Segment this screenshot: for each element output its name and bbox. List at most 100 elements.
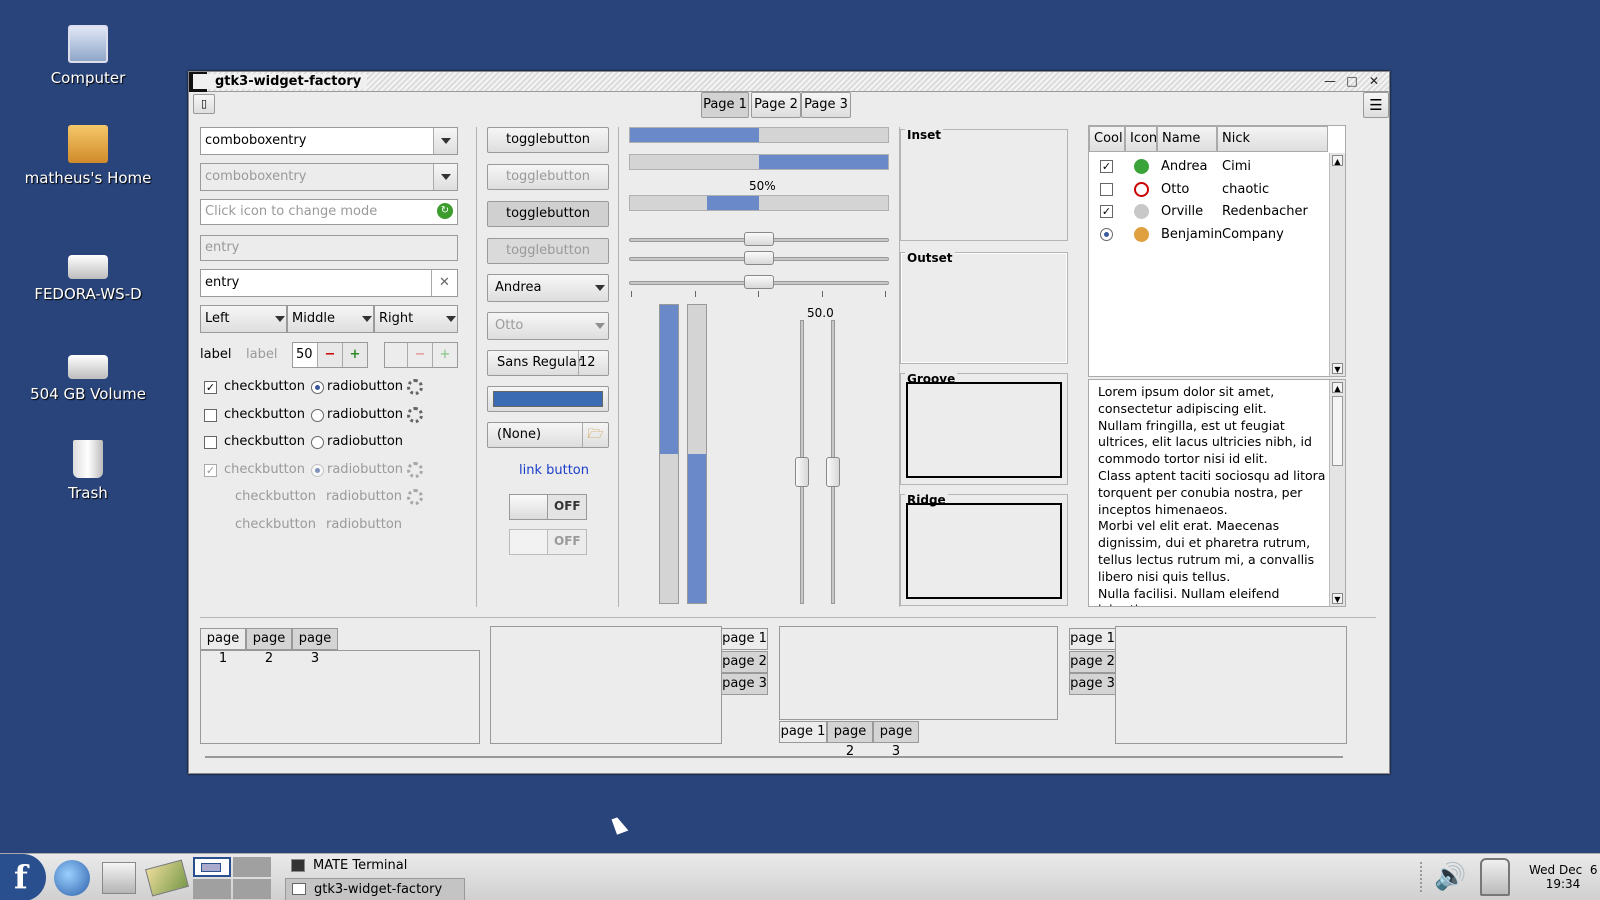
scroll-down-icon[interactable]: ▼ [1332,363,1343,374]
workspace-1[interactable] [193,857,231,877]
notebook-right-tab-3[interactable]: page 3 [721,673,768,695]
togglebutton-1[interactable]: togglebutton [487,127,609,153]
combobox-entry-2-text: comboboxentry [205,169,307,184]
scroll-down-icon[interactable]: ▼ [1332,593,1343,604]
tree-row[interactable]: Otto chaotic [1089,180,1329,200]
combo-right[interactable]: Right [374,305,458,333]
chevron-down-icon[interactable] [439,306,457,332]
color-button[interactable] [487,386,609,412]
system-tools-icon[interactable] [145,859,189,897]
notebook-right-tab-2[interactable]: page 2 [721,650,768,673]
text-scrollbar[interactable]: ▲ ▼ [1329,380,1345,606]
workspace-2[interactable] [233,857,271,877]
separator [476,127,477,607]
task-widget-factory[interactable]: gtk3-widget-factory [285,878,465,900]
radio-1[interactable] [311,381,324,394]
scroll-thumb[interactable] [1332,396,1343,466]
tree-row[interactable]: ✓ Andrea Cimi [1089,157,1329,177]
file-manager-icon[interactable] [102,862,136,894]
column-header-nick[interactable]: Nick [1217,126,1328,152]
tab-page-2[interactable]: Page 2 [751,92,801,118]
checkbox-2[interactable] [204,408,217,422]
checkbox-3[interactable] [204,436,217,449]
desktop-icon-fedora-ws-d[interactable]: FEDORA-WS-D [23,245,153,303]
notebook-bottom-tab-2[interactable]: page 2 [827,721,873,759]
combobox-entry-1[interactable]: comboboxentry [200,127,458,155]
mode-entry[interactable]: Click icon to change mode ↻ [200,199,458,225]
radio-2[interactable] [311,408,324,422]
checkbox-1[interactable]: ✓ [204,381,217,394]
notebook-left-tab-1[interactable]: page 1 [1069,628,1116,650]
tree-row[interactable]: Benjamin Company [1089,225,1329,245]
chevron-down-icon[interactable] [588,275,608,301]
fedora-menu-icon[interactable]: f [0,854,46,900]
tree-cool-checkbox[interactable]: ✓ [1100,160,1113,173]
tab-page-3[interactable]: Page 3 [801,92,851,118]
task-mate-terminal[interactable]: MATE Terminal [285,855,465,878]
desktop-icon-trash[interactable]: Trash [23,440,153,502]
tree-cool-checkbox[interactable] [1100,182,1113,196]
notebook-right-tab-1[interactable]: page 1 [721,628,768,650]
minimize-button[interactable]: — [1321,74,1339,90]
desktop-icon-matheus-s-home[interactable]: matheus's Home [23,125,153,187]
column-header-name[interactable]: Name [1157,126,1217,152]
link-button[interactable]: link button [519,463,589,478]
scroll-up-icon[interactable]: ▲ [1332,382,1343,393]
title-bar[interactable]: gtk3-widget-factory — □ ✕ [189,72,1389,92]
togglebutton-3[interactable]: togglebutton [487,201,609,227]
file-chooser-button[interactable]: (None) 🗁 [487,422,609,448]
desktop-icon-504-gb-volume[interactable]: 504 GB Volume [23,345,153,403]
radio-3[interactable] [311,436,324,449]
volume-icon[interactable]: 🔊 [1434,862,1466,892]
notebook-left-tab-2[interactable]: page 2 [1069,650,1116,673]
hscale-knob-3[interactable] [744,275,774,289]
task-label: gtk3-widget-factory [314,882,443,897]
notebook-bottom-tab-3[interactable]: page 3 [873,721,919,759]
menu-icon[interactable]: ☰ [1363,92,1389,118]
notebook-top-tab-2[interactable]: page 2 [246,628,292,666]
workspace-3[interactable] [193,879,231,899]
entry-clear[interactable]: entry ✕ [200,269,458,297]
tree-scrollbar[interactable]: ▲ ▼ [1329,153,1345,376]
notebook-left-tab-3[interactable]: page 3 [1069,673,1116,695]
tree-view[interactable]: Cool Icon Name Nick ✓ Andrea Cimi Otto chaotic ✓… [1088,125,1346,377]
header-left-button[interactable]: ▯ [193,94,215,114]
network-icon[interactable] [1480,858,1510,896]
text-view[interactable]: Lorem ipsum dolor sit amet, consectetur … [1088,379,1346,607]
plus-icon[interactable]: + [342,343,367,367]
spin-button[interactable]: 50 − + [292,342,368,368]
separator [618,127,619,607]
chevron-down-icon[interactable] [355,306,373,332]
column-header-icon[interactable]: Icon [1125,126,1157,152]
notebook-top-tab-3[interactable]: page 3 [292,628,338,666]
radiobutton-label: radiobutton [327,461,404,477]
vscale-knob-1[interactable] [795,457,809,487]
minus-icon[interactable]: − [317,343,342,367]
close-button[interactable]: ✕ [1365,74,1383,90]
notebook-bottom-tab-1[interactable]: page 1 [779,721,827,743]
tree-cool-checkbox[interactable]: ✓ [1100,205,1113,218]
clear-icon[interactable]: ✕ [431,270,457,296]
tree-cool-radio[interactable] [1100,227,1113,241]
desktop-icon-computer[interactable]: Computer [23,25,153,87]
tab-page-1[interactable]: Page 1 [701,92,749,118]
workspace-4[interactable] [233,879,271,899]
switch-1[interactable]: OFF [509,494,587,520]
notebook-top-tab-1[interactable]: page 1 [200,628,246,666]
font-button[interactable]: Sans Regular 12 [487,350,609,376]
clock[interactable]: Wed Dec 6 19:34 [1529,863,1597,891]
refresh-icon[interactable]: ↻ [437,203,453,219]
scroll-up-icon[interactable]: ▲ [1332,155,1343,166]
vscale-knob-2[interactable] [826,457,840,487]
combo-middle[interactable]: Middle [287,305,374,333]
chevron-down-icon[interactable] [268,306,286,332]
combo-andrea[interactable]: Andrea [487,274,609,302]
web-browser-icon[interactable] [54,860,90,896]
column-header-cool[interactable]: Cool [1089,126,1125,152]
combo-left[interactable]: Left [200,305,287,333]
hscale-knob-1[interactable] [744,232,774,246]
maximize-button[interactable]: □ [1343,74,1361,90]
chevron-down-icon[interactable] [433,128,457,154]
hscale-knob-2[interactable] [744,251,774,265]
tree-row[interactable]: ✓ Orville Redenbacher [1089,202,1329,222]
